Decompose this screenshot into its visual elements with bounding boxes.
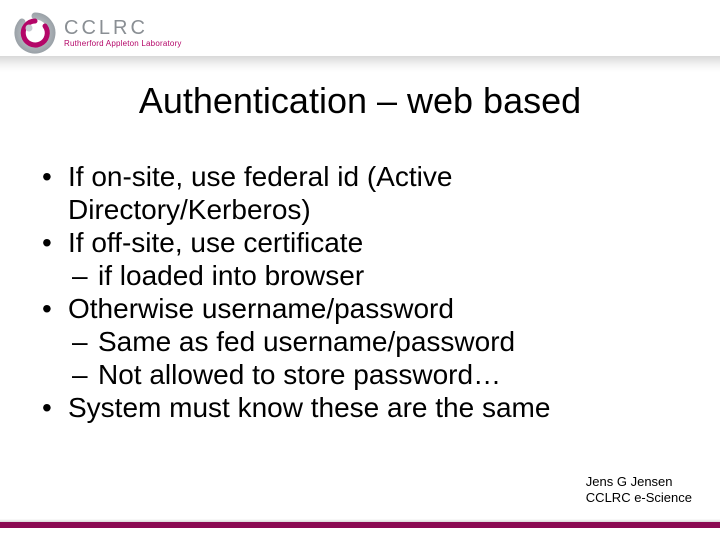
- bullet-text: Otherwise username/password: [68, 293, 454, 324]
- sub-bullet: Not allowed to store password…: [68, 358, 682, 391]
- sub-bullet-text: if loaded into browser: [98, 260, 364, 291]
- bullet-text: If off-site, use certificate: [68, 227, 363, 258]
- footer-bar: [0, 522, 720, 528]
- bullet-item: If off-site, use certificate if loaded i…: [42, 226, 682, 292]
- bullet-text: System must know these are the same: [68, 392, 550, 423]
- sub-bullet: Same as fed username/password: [68, 325, 682, 358]
- logo-main: CCLRC: [64, 18, 182, 38]
- footer: Jens G Jensen CCLRC e-Science: [586, 474, 692, 507]
- slide-body: If on-site, use federal id (Active Direc…: [42, 160, 682, 424]
- logo-swirl-icon: [14, 12, 56, 54]
- bullet-list: If on-site, use federal id (Active Direc…: [42, 160, 682, 424]
- bullet-text: If on-site, use federal id (Active Direc…: [68, 161, 452, 225]
- footer-org: CCLRC e-Science: [586, 490, 692, 506]
- logo: CCLRC Rutherford Appleton Laboratory: [14, 12, 182, 54]
- sub-bullet-text: Not allowed to store password…: [98, 359, 501, 390]
- sub-bullet: if loaded into browser: [68, 259, 682, 292]
- footer-author: Jens G Jensen: [586, 474, 692, 490]
- bullet-item: If on-site, use federal id (Active Direc…: [42, 160, 682, 226]
- bullet-item: System must know these are the same: [42, 391, 682, 424]
- slide: CCLRC Rutherford Appleton Laboratory Aut…: [0, 0, 720, 540]
- bullet-item: Otherwise username/password Same as fed …: [42, 292, 682, 391]
- logo-text: CCLRC Rutherford Appleton Laboratory: [64, 18, 182, 48]
- header-divider: [0, 56, 720, 72]
- sub-bullet-text: Same as fed username/password: [98, 326, 515, 357]
- logo-sub: Rutherford Appleton Laboratory: [64, 40, 182, 48]
- slide-title: Authentication – web based: [0, 80, 720, 122]
